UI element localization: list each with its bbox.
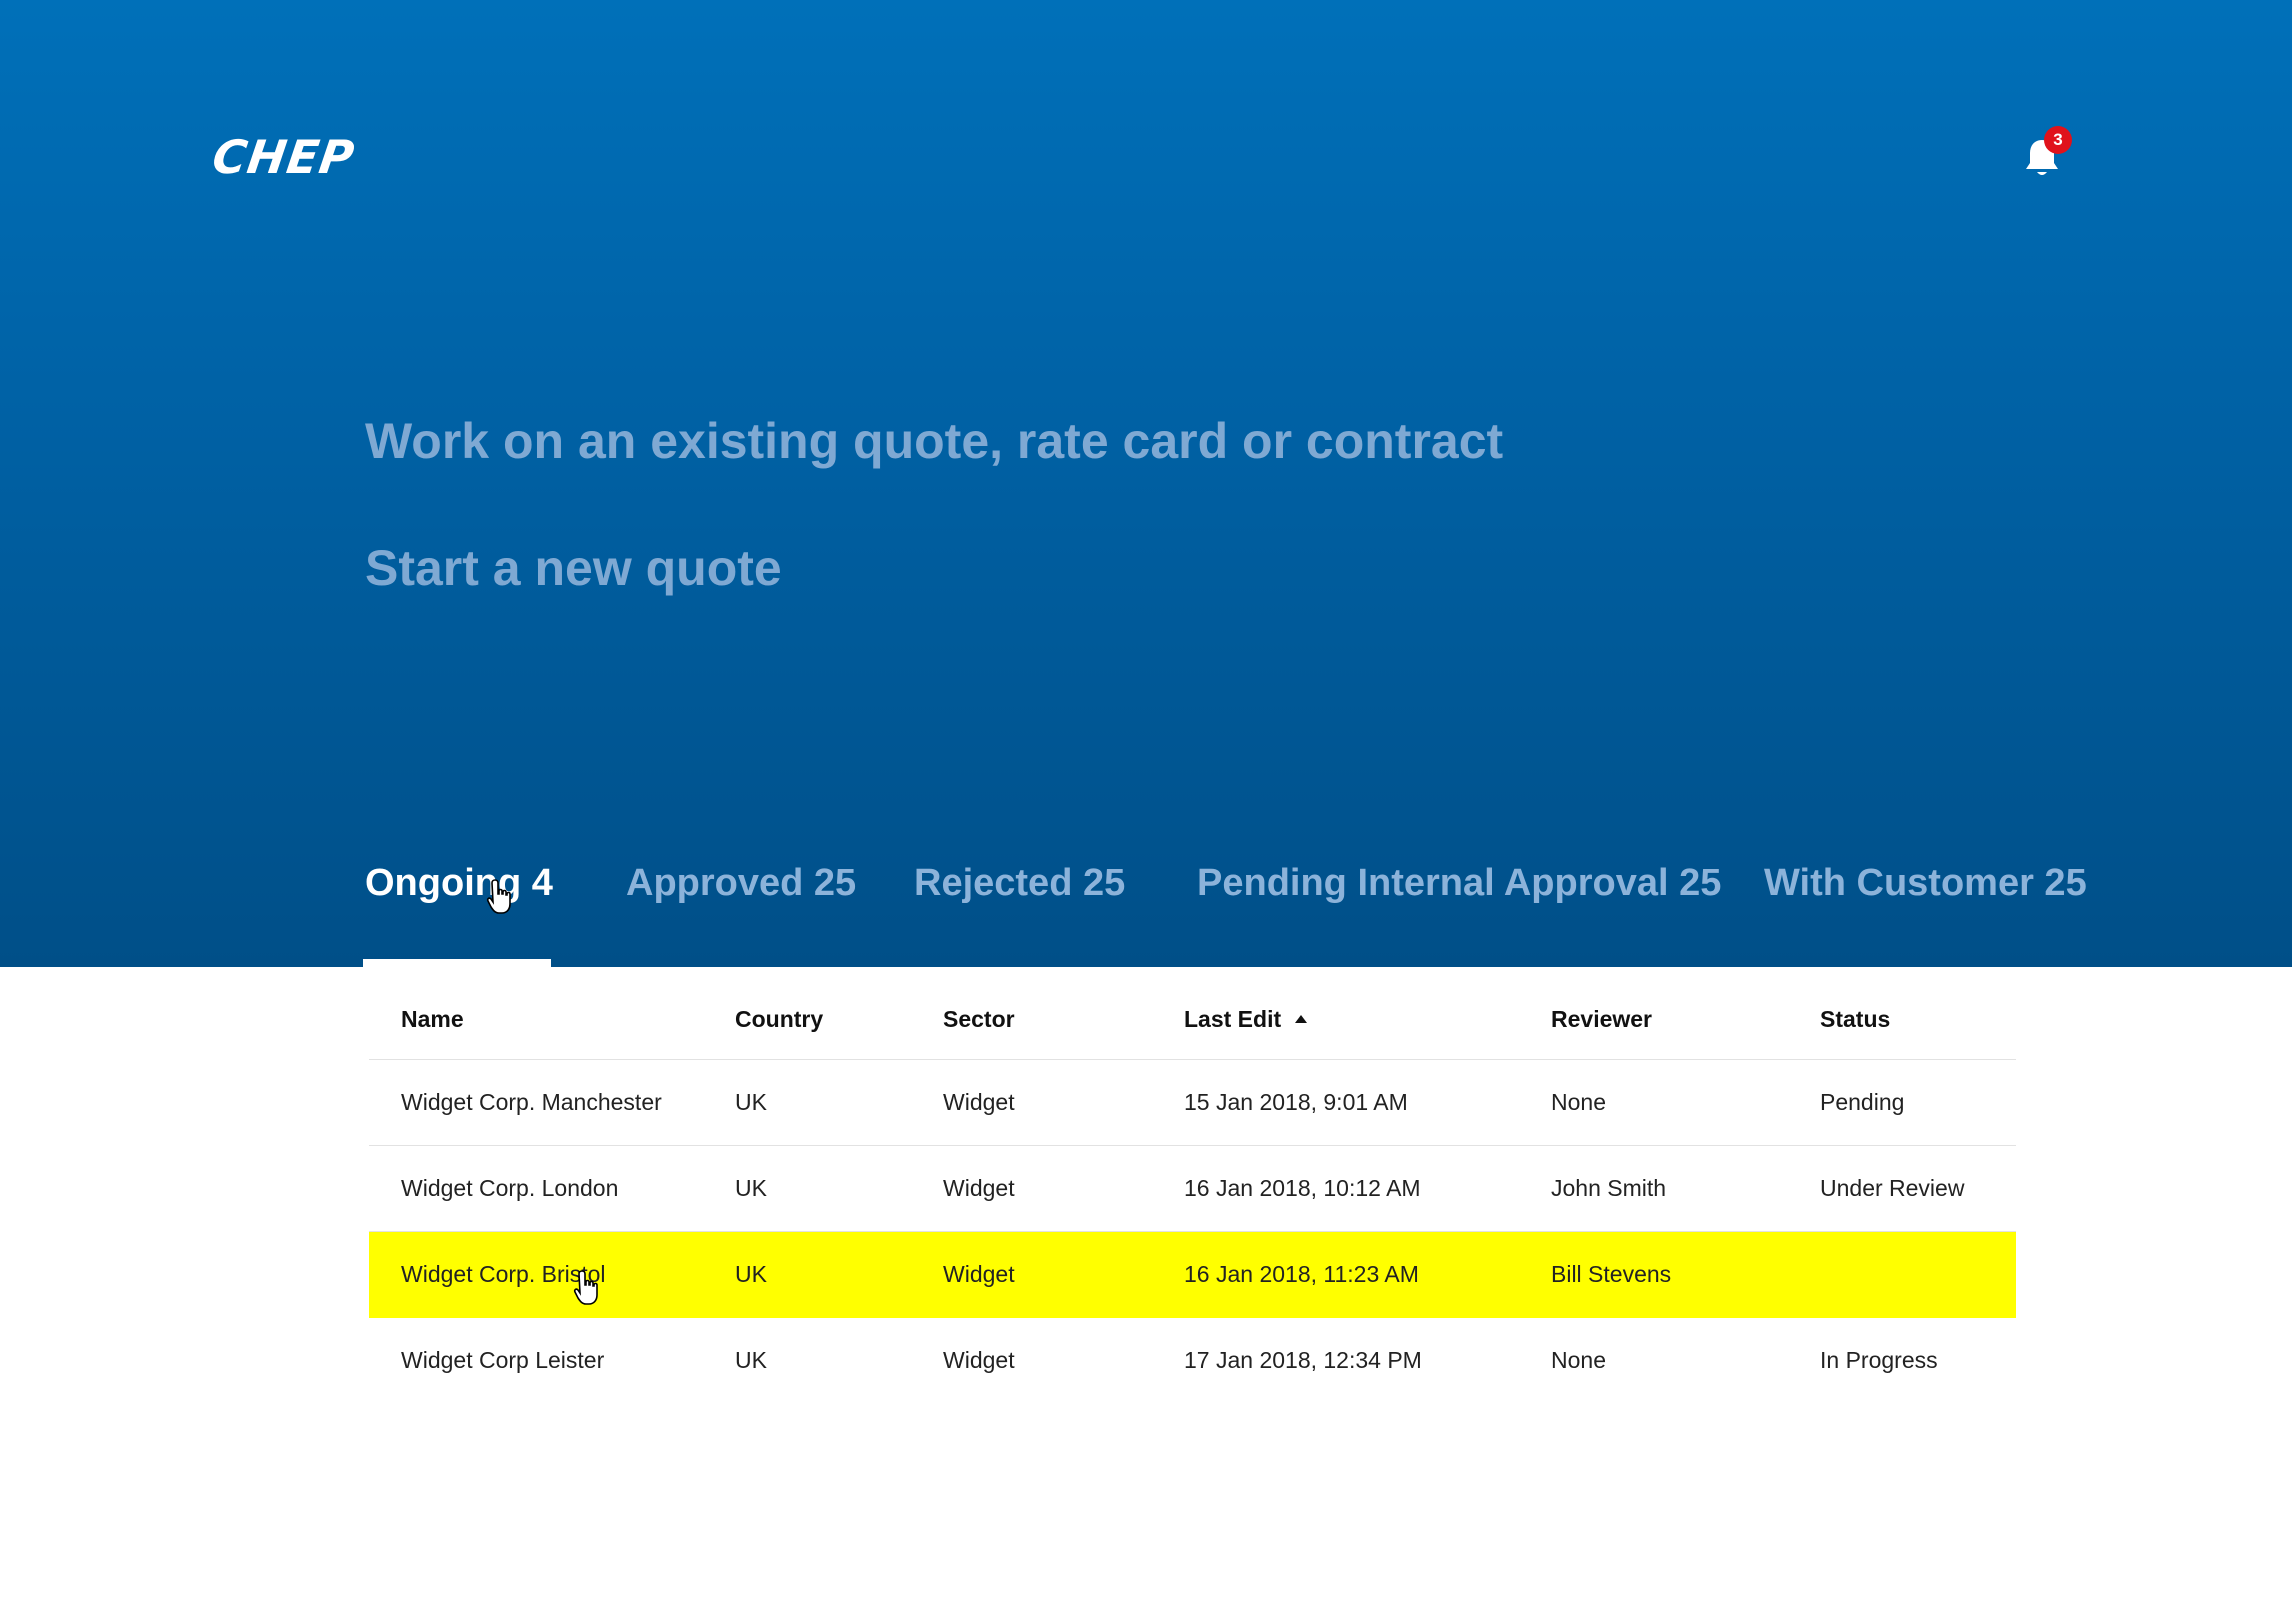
hand-pointer-cursor-icon [486, 879, 511, 914]
cell-last-edit: 16 Jan 2018, 10:12 AM [1184, 1175, 1421, 1201]
cell-status: Pending [1820, 1089, 1905, 1115]
column-header-last-edit[interactable]: Last Edit [1184, 973, 1308, 1065]
column-header-country[interactable]: Country [735, 973, 823, 1065]
table-row-highlighted[interactable]: Widget Corp. Bristol UK Widget 16 Jan 20… [369, 1232, 2016, 1318]
cell-sector: Widget [943, 1347, 1015, 1373]
cell-status: In Progress [1820, 1347, 1938, 1373]
active-tab-indicator [363, 959, 551, 967]
cell-sector: Widget [943, 1089, 1015, 1115]
tab-ongoing[interactable]: Ongoing 4 [365, 858, 553, 908]
cell-name: Widget Corp. Manchester [401, 1089, 662, 1115]
notification-count-badge: 3 [2044, 126, 2072, 154]
column-header-reviewer[interactable]: Reviewer [1551, 973, 1652, 1065]
hand-pointer-cursor-icon [573, 1270, 598, 1305]
chep-logo[interactable]: CHEP [209, 130, 358, 184]
cell-country: UK [735, 1347, 767, 1373]
tab-rejected[interactable]: Rejected 25 [914, 858, 1125, 908]
column-header-sector[interactable]: Sector [943, 973, 1015, 1065]
table-row[interactable]: Widget Corp Leister UK Widget 17 Jan 201… [369, 1318, 2016, 1403]
tab-pending-internal-approval[interactable]: Pending Internal Approval 25 [1197, 858, 1721, 908]
cell-name: Widget Corp Leister [401, 1347, 605, 1373]
tab-approved[interactable]: Approved 25 [626, 858, 856, 908]
tab-with-customer[interactable]: With Customer 25 [1764, 858, 2087, 908]
new-quote-link[interactable]: Start a new quote [365, 538, 782, 598]
cell-status: Under Review [1820, 1175, 1965, 1201]
cell-last-edit: 16 Jan 2018, 11:23 AM [1184, 1261, 1419, 1287]
cell-reviewer: None [1551, 1347, 1606, 1373]
cell-last-edit: 17 Jan 2018, 12:34 PM [1184, 1347, 1422, 1373]
existing-quote-link[interactable]: Work on an existing quote, rate card or … [365, 411, 1503, 471]
cell-country: UK [735, 1261, 767, 1287]
cell-last-edit: 15 Jan 2018, 9:01 AM [1184, 1089, 1408, 1115]
sort-ascending-icon[interactable] [1295, 1015, 1308, 1023]
table-row[interactable]: Widget Corp. Manchester UK Widget 15 Jan… [369, 1060, 2016, 1146]
cell-sector: Widget [943, 1261, 1015, 1287]
cell-name: Widget Corp. London [401, 1175, 619, 1201]
table-header-row: Name Country Sector Last Edit Reviewer S… [369, 973, 2016, 1060]
quotes-table: Name Country Sector Last Edit Reviewer S… [369, 973, 2016, 1403]
column-header-name[interactable]: Name [401, 973, 464, 1065]
cell-country: UK [735, 1089, 767, 1115]
table-row[interactable]: Widget Corp. London UK Widget 16 Jan 201… [369, 1146, 2016, 1232]
hero-banner: CHEP 3 Work on an existing quote, rate c… [0, 0, 2292, 967]
column-header-status[interactable]: Status [1820, 973, 1890, 1065]
cell-country: UK [735, 1175, 767, 1201]
cell-reviewer: None [1551, 1089, 1606, 1115]
cell-reviewer: Bill Stevens [1551, 1261, 1672, 1287]
cell-reviewer: John Smith [1551, 1175, 1667, 1201]
cell-sector: Widget [943, 1175, 1015, 1201]
